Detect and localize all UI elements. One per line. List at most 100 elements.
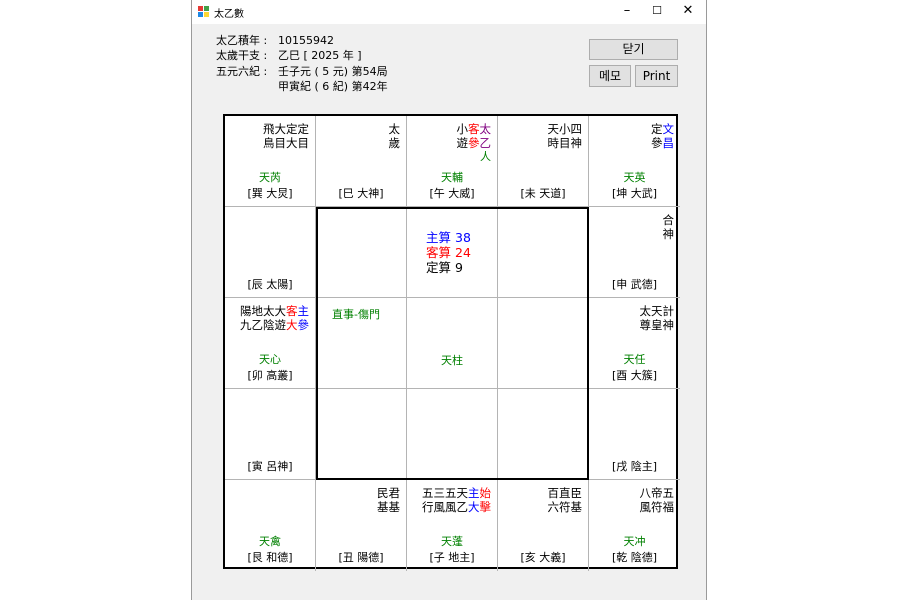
info-label: 五元六紀 : bbox=[216, 65, 268, 78]
host-calc-label: 主算 bbox=[426, 230, 452, 245]
label-line-1: 民君 bbox=[377, 486, 400, 500]
palace-name: [酉 大簇] bbox=[611, 369, 658, 382]
direct-affair: 直事-傷門 bbox=[332, 308, 380, 321]
palace-cell-kun[interactable]: 定文 參昌 天英 [坤 大武] bbox=[589, 116, 680, 207]
maximize-icon[interactable]: ☐ bbox=[642, 0, 672, 24]
star-name: 天英 bbox=[623, 171, 646, 184]
center-cell bbox=[316, 389, 407, 480]
info-value: 10155942 bbox=[278, 34, 334, 47]
palace-name: [申 武德] bbox=[611, 278, 658, 291]
palace-name: [卯 高叢] bbox=[247, 369, 293, 382]
memo-button[interactable]: 메모 bbox=[589, 65, 631, 87]
palace-cell-shen[interactable]: 合神 [申 武德] bbox=[589, 207, 680, 298]
palace-cell-qian[interactable]: 八帝五 風符福 天冲 [乾 陰德] bbox=[589, 480, 680, 571]
label-segment: 歲 bbox=[388, 136, 401, 150]
palace-cell-chen[interactable]: [辰 太陽] bbox=[225, 207, 316, 298]
label-line-2: 風符福 bbox=[640, 500, 675, 514]
label-segment: 六符基 bbox=[547, 500, 583, 514]
label-segment: 尊皇神 bbox=[639, 318, 675, 332]
cell-labels: 合神 bbox=[663, 213, 675, 241]
center-cell-calc: 主算 38 客算 24 定算 9 bbox=[407, 207, 498, 298]
cell-labels: 太歲 bbox=[389, 122, 401, 150]
cell-labels: 陽地太大客主 九乙陰遊大參 bbox=[240, 304, 309, 332]
label-segment: 行風風乙 bbox=[422, 500, 468, 514]
palace-name: [戌 陰主] bbox=[611, 460, 658, 473]
label-segment: 客 bbox=[286, 304, 298, 318]
label-segment: 大 bbox=[468, 500, 480, 514]
print-button[interactable]: Print bbox=[635, 65, 678, 87]
info-row-accumulated-years: 太乙積年 : 10155942 bbox=[216, 32, 334, 48]
app-icon-tile-4 bbox=[204, 12, 209, 17]
palace-name: [未 天道] bbox=[520, 187, 566, 200]
guest-calc-label: 客算 bbox=[426, 245, 452, 260]
star-name: 天冲 bbox=[623, 535, 646, 548]
label-segment: 神 bbox=[662, 227, 675, 241]
label-segment: 基基 bbox=[377, 500, 400, 514]
label-segment: 客 bbox=[468, 122, 480, 136]
palace-cell-chou[interactable]: 民君 基基 [丑 陽德] bbox=[316, 480, 407, 571]
host-calc: 主算 38 bbox=[426, 230, 471, 245]
cell-labels: 百直臣 六符基 bbox=[548, 486, 583, 514]
close-icon[interactable]: ✕ bbox=[673, 0, 703, 24]
label-segment: 主 bbox=[297, 304, 310, 318]
app-icon-tile-3 bbox=[198, 12, 203, 17]
palace-cell-si[interactable]: 太歲 [巳 大神] bbox=[316, 116, 407, 207]
label-line-1: 飛大定定 bbox=[263, 122, 309, 136]
center-cell-star: 天柱 bbox=[407, 298, 498, 389]
title-bar[interactable]: 太乙數 – ☐ ✕ bbox=[192, 0, 706, 24]
label-line-1 bbox=[305, 213, 309, 227]
label-line-2: 參昌 bbox=[651, 136, 674, 150]
palace-cell-you[interactable]: 太天計 尊皇神 天任 [酉 大簇] bbox=[589, 298, 680, 389]
palace-name: [亥 大義] bbox=[520, 551, 566, 564]
label-segment: 鳥目大目 bbox=[263, 136, 309, 150]
fixed-calc-value: 9 bbox=[455, 260, 463, 275]
center-cell bbox=[316, 207, 407, 298]
palace-cell-zi[interactable]: 五三五天主始 行風風乙大擊 天蓬 [子 地主] bbox=[407, 480, 498, 571]
label-segment: 太 bbox=[388, 122, 401, 136]
star-name: 天芮 bbox=[259, 171, 281, 184]
label-segment: 大 bbox=[286, 318, 298, 332]
label-segment: 民君 bbox=[377, 486, 400, 500]
label-segment: 小 bbox=[456, 122, 469, 136]
cell-labels: 小客太 遊參乙人 bbox=[457, 122, 492, 164]
palace-cell-xu[interactable]: [戌 陰主] bbox=[589, 389, 680, 480]
label-line-1: 小客太 bbox=[457, 122, 492, 136]
window-title: 太乙數 bbox=[214, 9, 244, 20]
label-segment: 八帝五 bbox=[639, 486, 675, 500]
label-line-2: 尊皇神 bbox=[640, 318, 675, 332]
label-line-2: 時目神 bbox=[548, 136, 583, 150]
minimize-icon[interactable]: – bbox=[612, 0, 642, 24]
star-name: 天心 bbox=[259, 353, 281, 366]
label-segment: 參 bbox=[651, 136, 663, 150]
label-segment: 定 bbox=[651, 122, 663, 136]
palace-name: [巳 大神] bbox=[338, 187, 384, 200]
fixed-calc: 定算 9 bbox=[426, 260, 471, 275]
palace-cell-gen[interactable]: 天禽 [艮 和德] bbox=[225, 480, 316, 571]
label-line-2: 九乙陰遊大參 bbox=[240, 318, 309, 332]
taiyi-grid: 飛大定定 鳥目大目 天芮 [巽 大炅] 太歲 [巳 大神] 小客太 遊參乙人 天輔 … bbox=[223, 114, 680, 571]
palace-cell-xun[interactable]: 飛大定定 鳥目大目 天芮 [巽 大炅] bbox=[225, 116, 316, 207]
palace-cell-yin[interactable]: [寅 呂神] bbox=[225, 389, 316, 480]
label-segment: 文 bbox=[662, 122, 675, 136]
center-cell-direct: 直事-傷門 bbox=[316, 298, 407, 389]
palace-cell-hai[interactable]: 百直臣 六符基 [亥 大義] bbox=[498, 480, 589, 571]
cell-labels: 八帝五 風符福 bbox=[640, 486, 675, 514]
palace-name: [坤 大武] bbox=[611, 187, 658, 200]
info-row-year-stem-branch: 太歲干支 : 乙巳 [ 2025 年 ] bbox=[216, 47, 362, 63]
label-line-1: 定文 bbox=[651, 122, 674, 136]
label-line-2: 神 bbox=[663, 227, 675, 241]
close-button[interactable]: 닫기 bbox=[589, 39, 678, 60]
app-icon-tile-1 bbox=[198, 6, 203, 11]
palace-cell-wu[interactable]: 小客太 遊參乙人 天輔 [午 大威] bbox=[407, 116, 498, 207]
label-line-1: 五三五天主始 bbox=[422, 486, 491, 500]
center-cell bbox=[407, 389, 498, 480]
label-segment: 主 bbox=[468, 486, 480, 500]
palace-cell-mao[interactable]: 陽地太大客主 九乙陰遊大參 天心 [卯 高叢] bbox=[225, 298, 316, 389]
label-segment: 時目神 bbox=[547, 136, 583, 150]
cell-labels bbox=[305, 213, 309, 241]
info-value: 壬子元 ( 5 元) 第54局 bbox=[278, 65, 388, 78]
center-star-name: 天柱 bbox=[441, 354, 463, 367]
palace-name: [乾 陰德] bbox=[611, 551, 658, 564]
palace-cell-wei[interactable]: 天小四 時目神 [未 天道] bbox=[498, 116, 589, 207]
label-segment: 太 bbox=[479, 122, 492, 136]
